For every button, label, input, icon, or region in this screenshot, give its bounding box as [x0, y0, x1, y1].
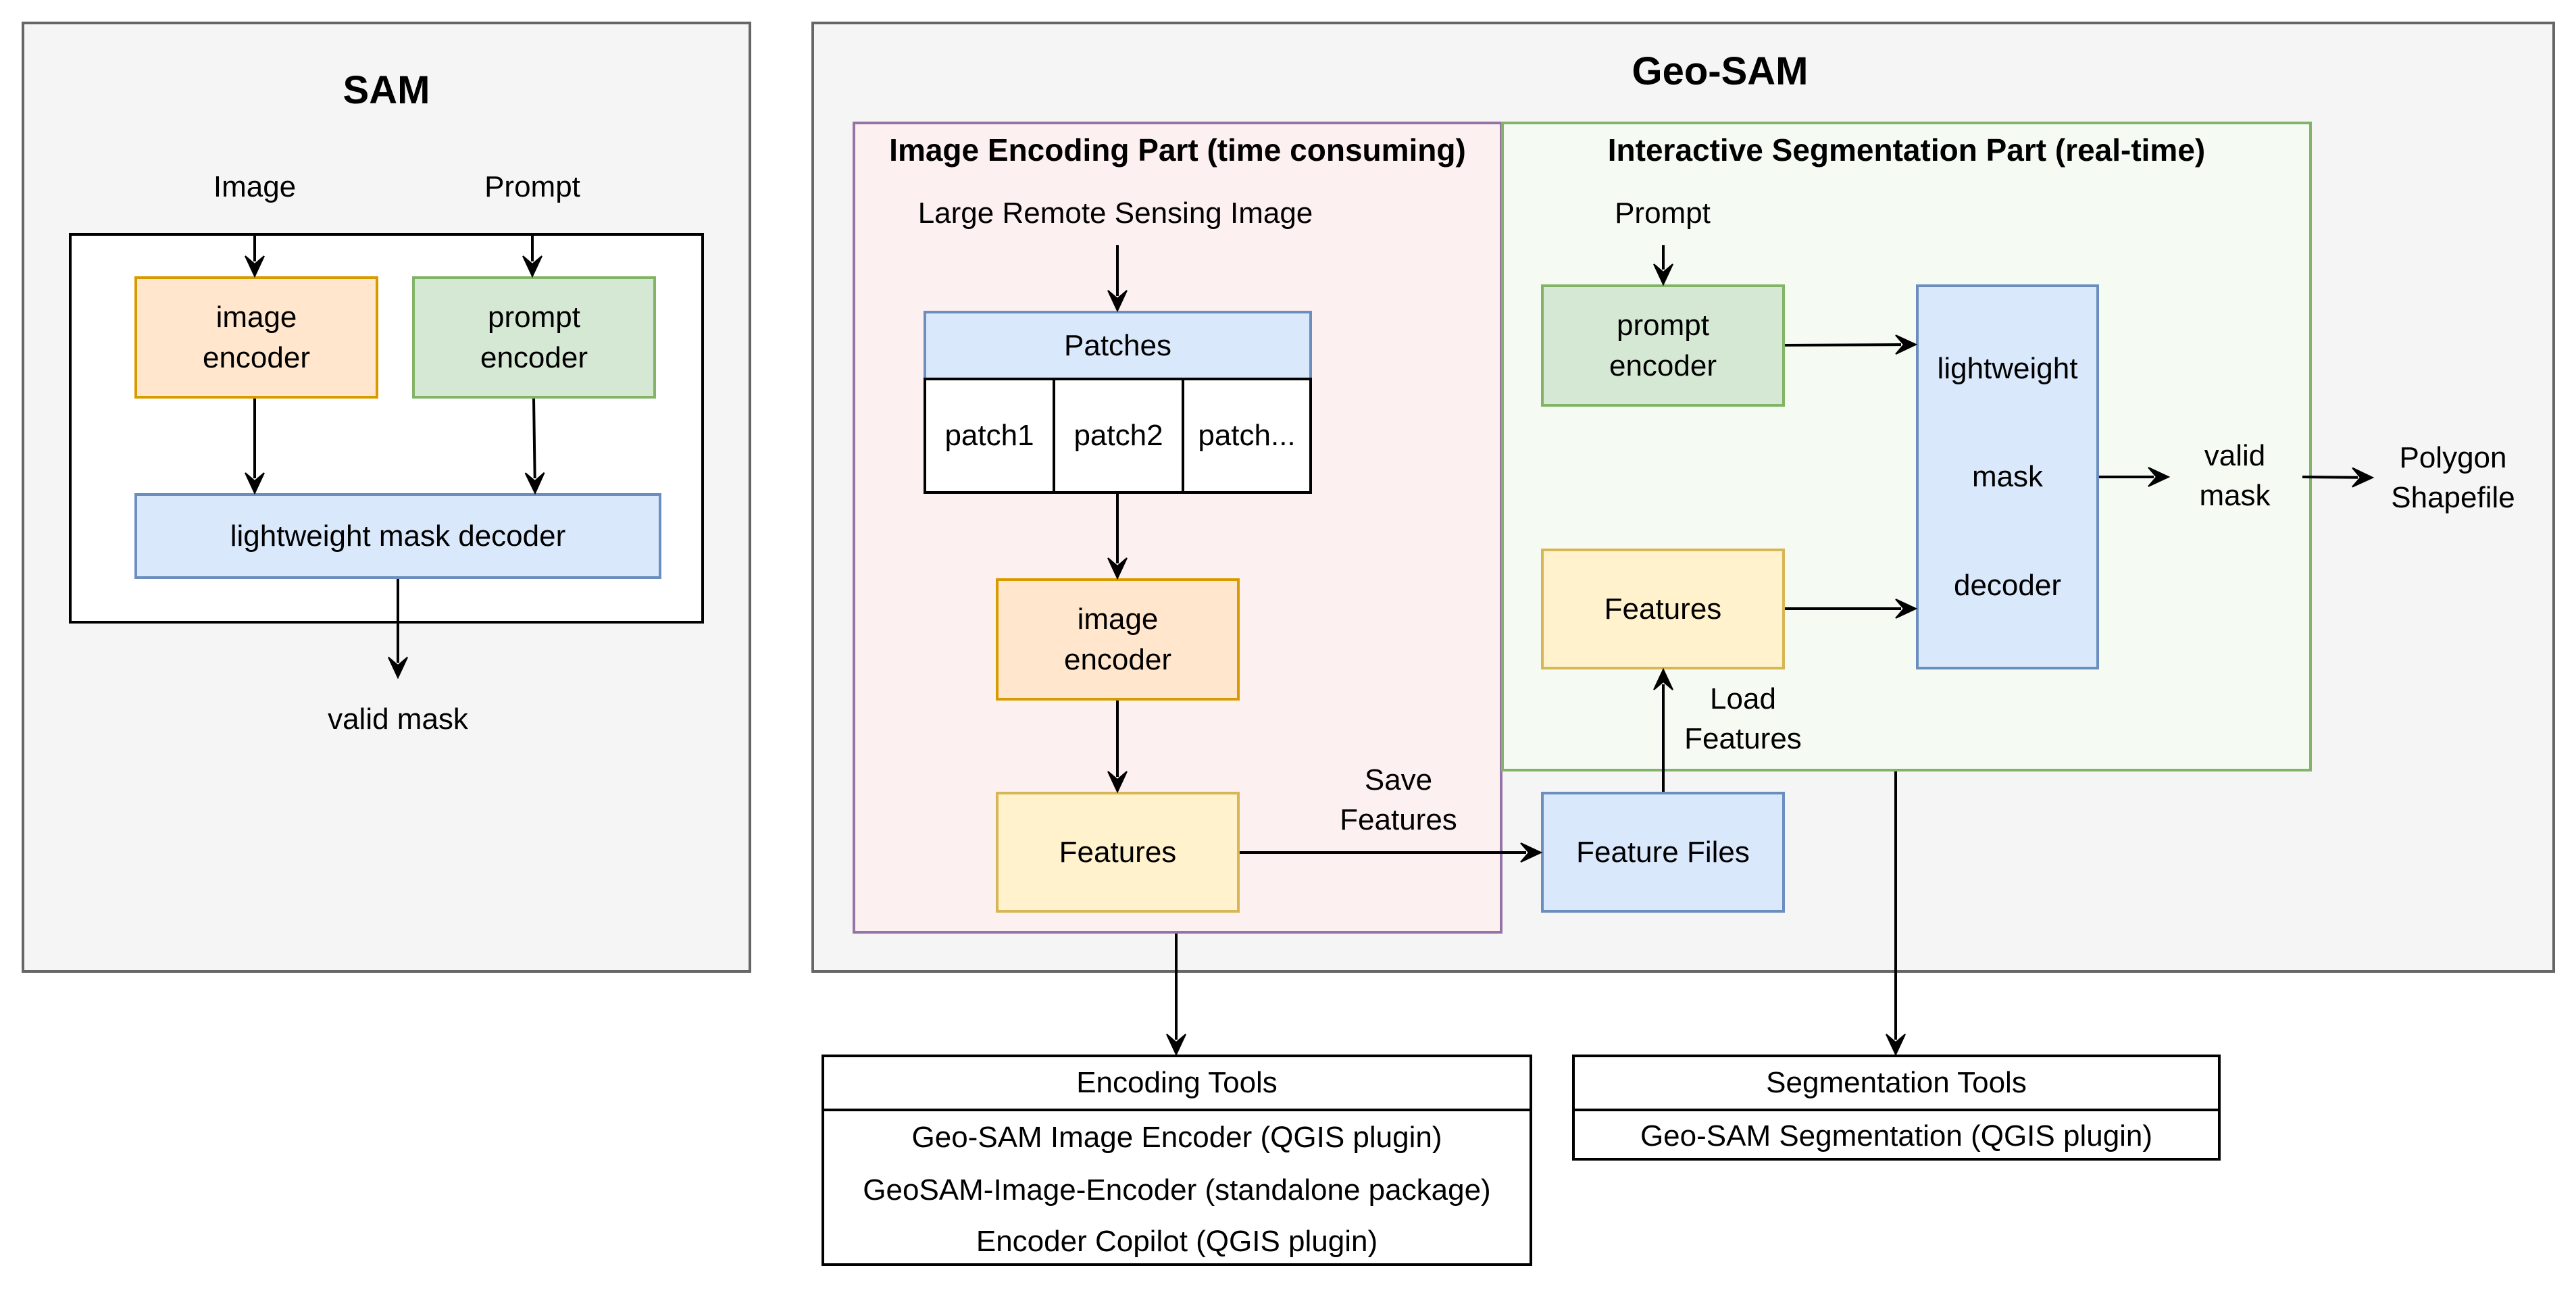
save-features-label: Save Features — [1340, 763, 1457, 837]
patch-label: patch... — [1198, 419, 1296, 452]
encoding-tool-item: Geo-SAM Image Encoder (QGIS plugin) — [824, 1111, 1530, 1164]
decoder-line: lightweight — [1937, 351, 2078, 385]
feature-files: Feature Files — [1541, 792, 1785, 913]
decoder-line: decoder — [1953, 568, 2061, 602]
sam-prompt-encoder-label: prompt encoder — [480, 301, 588, 374]
arrowhead-icon — [1166, 1034, 1186, 1057]
sam-prompt-encoder: prompt encoder — [412, 276, 656, 399]
encoding-features: Features — [996, 792, 1240, 913]
sam-mask-decoder: lightweight mask decoder — [134, 493, 661, 579]
sam-input-image-label: Image — [213, 170, 297, 203]
segmentation-tools-box: Segmentation Tools Geo-SAM Segmentation … — [1572, 1055, 2221, 1161]
segmentation-tool-label: Geo-SAM Segmentation (QGIS plugin) — [1640, 1119, 2153, 1152]
polygon-shapefile-label: Polygon Shapefile — [2391, 441, 2515, 515]
decoder-line: mask — [1971, 460, 2044, 494]
patch-cell: patch2 — [1053, 378, 1184, 494]
seg-prompt-encoder: prompt encoder — [1541, 284, 1785, 407]
segmentation-tools-header: Segmentation Tools — [1575, 1057, 2218, 1111]
load-features-label: Load Features — [1684, 682, 1802, 756]
feature-files-label: Feature Files — [1576, 835, 1750, 869]
sam-output-label: valid mask — [328, 703, 468, 736]
encoding-tools-header-label: Encoding Tools — [1076, 1066, 1278, 1099]
segmentation-tool-item: Geo-SAM Segmentation (QGIS plugin) — [1575, 1111, 2218, 1161]
seg-features: Features — [1541, 549, 1785, 669]
seg-prompt-encoder-label: prompt encoder — [1609, 309, 1717, 382]
encoding-tool-item: Encoder Copilot (QGIS plugin) — [824, 1217, 1530, 1266]
encoding-part-title: Image Encoding Part (time consuming) — [889, 132, 1466, 168]
encoding-tool-label: Geo-SAM Image Encoder (QGIS plugin) — [911, 1121, 1442, 1154]
patches-header-label: Patches — [1064, 328, 1171, 362]
encoding-features-label: Features — [1059, 835, 1177, 869]
sam-title: SAM — [343, 68, 430, 112]
geosam-image-encoder: image encoder — [996, 578, 1240, 701]
sam-input-prompt-label: Prompt — [484, 170, 580, 203]
seg-prompt-label: Prompt — [1615, 197, 1711, 230]
arrowhead-icon — [1886, 1034, 1906, 1057]
patch-label: patch1 — [944, 419, 1034, 452]
encoding-tools-header: Encoding Tools — [824, 1057, 1530, 1111]
geosam-image-encoder-label: image encoder — [1063, 603, 1171, 676]
sam-image-encoder-label: image encoder — [202, 301, 310, 374]
sam-image-encoder: image encoder — [134, 276, 378, 399]
encoding-tool-item: GeoSAM-Image-Encoder (standalone package… — [824, 1164, 1530, 1217]
large-image-label: Large Remote Sensing Image — [917, 197, 1313, 230]
seg-mask-decoder: lightweight mask decoder — [1916, 284, 2099, 669]
encoding-tool-label: Encoder Copilot (QGIS plugin) — [976, 1224, 1378, 1258]
seg-features-label: Features — [1604, 592, 1722, 626]
segmentation-part-title: Interactive Segmentation Part (real-time… — [1607, 132, 2206, 168]
encoding-tool-label: GeoSAM-Image-Encoder (standalone package… — [863, 1173, 1491, 1207]
patches-header: Patches — [924, 311, 1312, 380]
geosam-title: Geo-SAM — [1632, 49, 1809, 93]
sam-mask-decoder-label: lightweight mask decoder — [230, 519, 566, 553]
patch-label: patch2 — [1074, 419, 1163, 452]
patch-cell: patch... — [1182, 378, 1312, 494]
segmentation-tools-header-label: Segmentation Tools — [1766, 1066, 2027, 1099]
patch-cell: patch1 — [924, 378, 1055, 494]
seg-valid-mask-label: valid mask — [2199, 439, 2271, 513]
encoding-tools-box: Encoding Tools Geo-SAM Image Encoder (QG… — [822, 1055, 1532, 1266]
